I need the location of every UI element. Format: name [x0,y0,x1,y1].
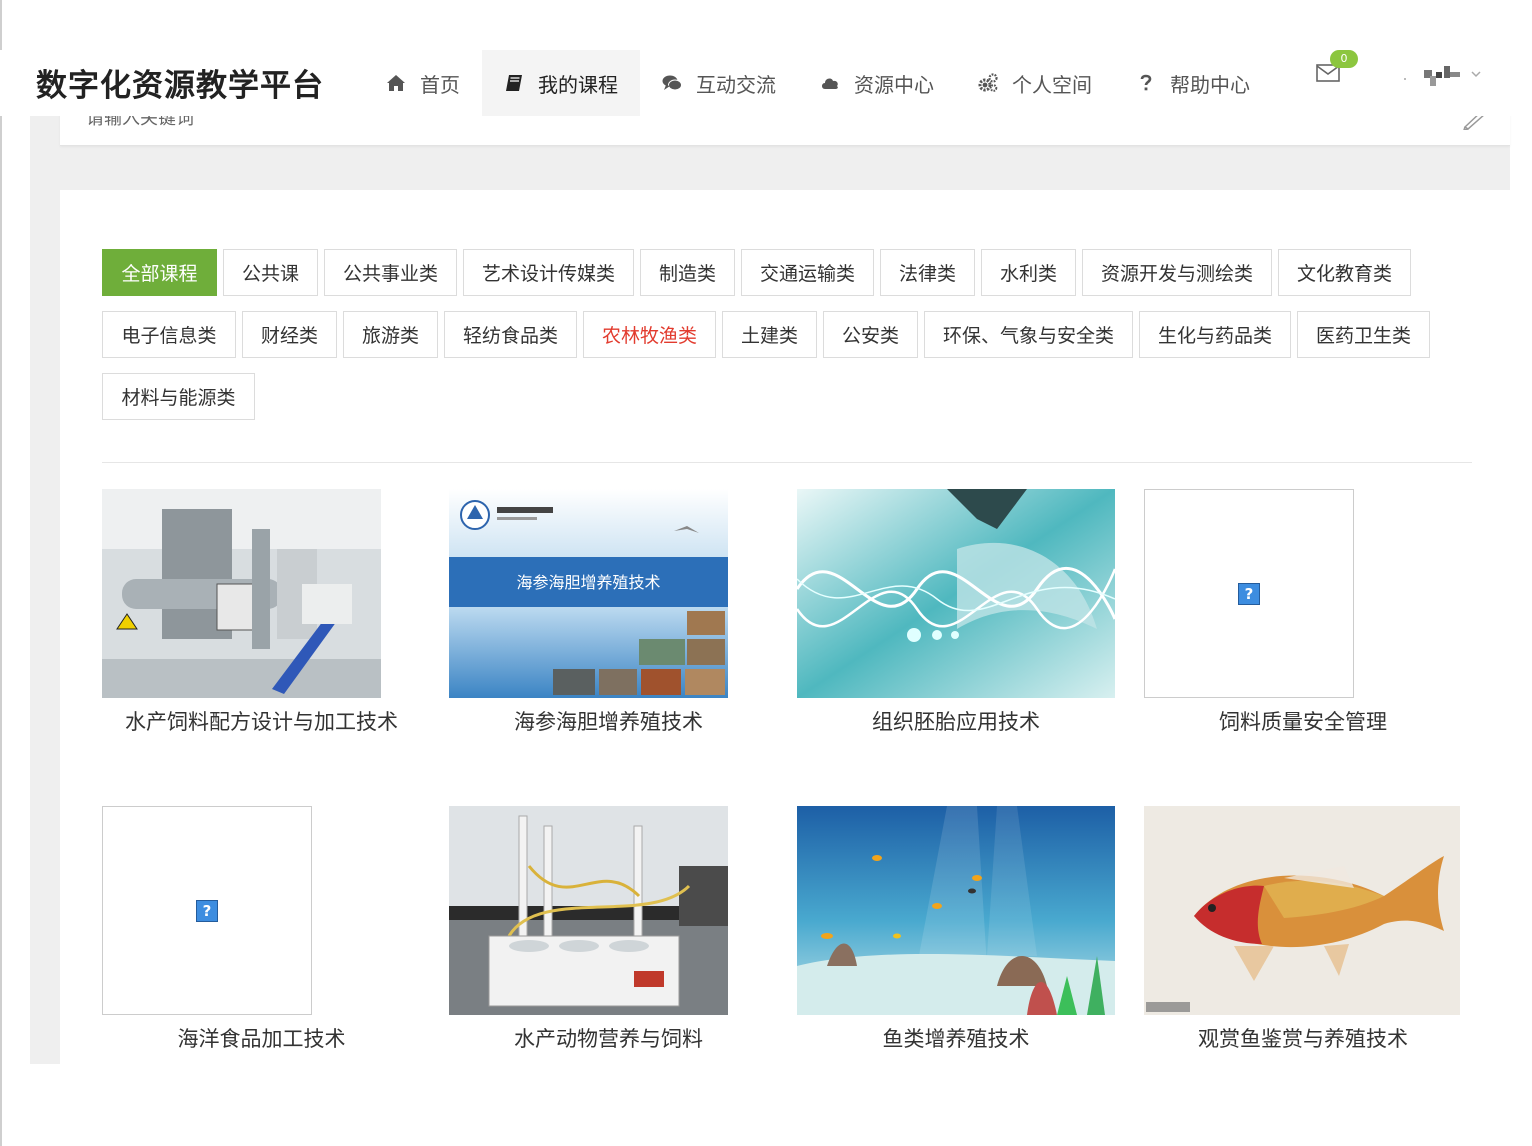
book-icon [506,75,522,91]
category-agriculture[interactable]: 农林牧渔类 [583,311,716,358]
nav-home-label: 首页 [420,72,460,97]
category-art-design[interactable]: 艺术设计传媒类 [463,249,634,296]
category-manufacturing[interactable]: 制造类 [640,249,735,296]
course-title[interactable]: 水产饲料配方设计与加工技术 [102,706,421,736]
course-thumbnail[interactable] [449,806,728,1015]
course-thumbnail[interactable] [1144,806,1460,1015]
top-header: 数字化资源教学平台 首页 我的课程 互动交流 资源中心 个人空间 帮助中心 0 [0,50,1532,116]
nav-resources-label: 资源中心 [854,72,934,97]
category-materials-energy[interactable]: 材料与能源类 [102,373,255,420]
broken-image-icon: ? [1238,582,1260,605]
category-culture-education[interactable]: 文化教育类 [1278,249,1411,296]
nav-my-courses-label: 我的课程 [538,72,618,97]
course-title[interactable]: 水产动物营养与饲料 [449,1023,768,1053]
user-avatar[interactable] [1400,62,1486,90]
category-textile-food[interactable]: 轻纺食品类 [444,311,577,358]
nav-resources[interactable]: 资源中心 [798,50,956,116]
category-tourism[interactable]: 旅游类 [343,311,438,358]
course-title[interactable]: 饲料质量安全管理 [1144,706,1462,736]
category-medicine[interactable]: 医药卫生类 [1297,311,1430,358]
course-title[interactable]: 观赏鱼鉴赏与养殖技术 [1144,1023,1462,1053]
category-finance[interactable]: 财经类 [242,311,337,358]
category-transport[interactable]: 交通运输类 [741,249,874,296]
nav-interaction[interactable]: 互动交流 [640,50,798,116]
course-thumbnail[interactable] [797,806,1115,1015]
course-title[interactable]: 鱼类增养殖技术 [797,1023,1115,1053]
course-title[interactable]: 组织胚胎应用技术 [797,706,1115,736]
category-electronics[interactable]: 电子信息类 [102,311,236,358]
nav-home[interactable]: 首页 [364,50,482,116]
window-edge [0,0,2,1146]
chat-icon [662,75,682,91]
question-icon [1140,74,1152,91]
category-water[interactable]: 水利类 [981,249,1076,296]
course-thumbnail[interactable] [797,489,1115,698]
main-nav: 首页 我的课程 互动交流 资源中心 个人空间 帮助中心 [364,50,1272,116]
message-count-badge: 0 [1330,50,1358,68]
course-thumbnail[interactable] [102,489,381,698]
category-public-security[interactable]: 公安类 [823,311,918,358]
category-biochem[interactable]: 生化与药品类 [1139,311,1291,358]
category-all[interactable]: 全部课程 [102,249,217,296]
broken-image-icon: ? [196,899,218,922]
cloud-icon [822,78,838,89]
category-public[interactable]: 公共课 [223,249,318,296]
course-thumbnail[interactable]: ? [102,806,312,1015]
category-law[interactable]: 法律类 [880,249,975,296]
category-environment[interactable]: 环保、气象与安全类 [924,311,1133,358]
course-title[interactable]: 海参海胆增养殖技术 [449,706,768,736]
app-title: 数字化资源教学平台 [36,68,324,104]
category-civil[interactable]: 土建类 [722,311,817,358]
course-thumbnail[interactable]: ? [1144,489,1354,698]
section-divider [102,462,1472,463]
nav-help[interactable]: 帮助中心 [1114,50,1272,116]
nav-personal-label: 个人空间 [1012,72,1092,97]
cover-title: 海参海胆增养殖技术 [516,573,661,592]
course-title[interactable]: 海洋食品加工技术 [102,1023,421,1053]
course-thumbnail[interactable]: 海参海胆增养殖技术 [449,489,728,698]
nav-personal[interactable]: 个人空间 [956,50,1114,116]
nav-help-label: 帮助中心 [1170,72,1250,97]
category-resource-survey[interactable]: 资源开发与测绘类 [1082,249,1272,296]
home-icon [387,75,405,91]
nav-interaction-label: 互动交流 [696,72,776,97]
gears-icon [978,73,998,92]
category-public-affairs[interactable]: 公共事业类 [324,249,457,296]
nav-my-courses[interactable]: 我的课程 [482,50,640,116]
